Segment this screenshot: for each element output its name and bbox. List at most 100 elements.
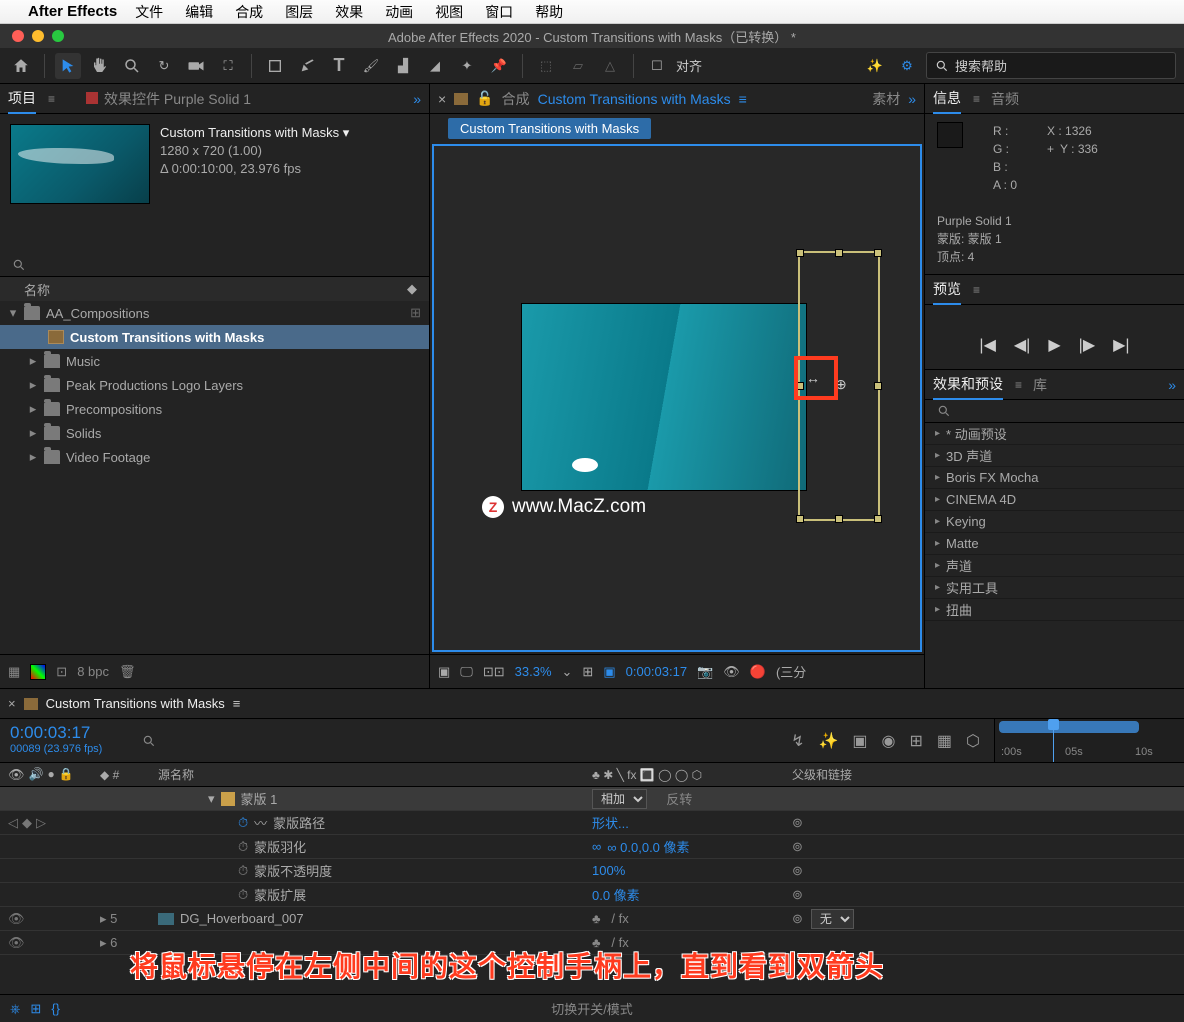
preset-category[interactable]: ▸CINEMA 4D bbox=[925, 489, 1184, 511]
stopwatch-icon[interactable]: ⏱ bbox=[238, 839, 248, 855]
panel-expand-icon[interactable]: » bbox=[908, 91, 916, 107]
tab-project[interactable]: 项目 bbox=[8, 84, 36, 114]
panel-menu-icon[interactable]: ≡ bbox=[233, 696, 241, 711]
mask-row[interactable]: ▾蒙版 1 相加 反转 bbox=[0, 787, 1184, 811]
camera-tool-icon[interactable] bbox=[183, 53, 209, 79]
property-row[interactable]: ⏱蒙版羽化 ∞∞ 0.0,0.0 像素 ⊚ bbox=[0, 835, 1184, 859]
grid-icon[interactable]: ⊞ bbox=[582, 664, 593, 680]
link-icon[interactable]: ∞ bbox=[592, 839, 601, 854]
preset-category[interactable]: ▸Matte bbox=[925, 533, 1184, 555]
label-icon[interactable]: ◆ bbox=[407, 281, 417, 297]
play-icon[interactable]: ▶ bbox=[1048, 335, 1060, 355]
rotate-tool-icon[interactable]: ↻ bbox=[151, 53, 177, 79]
panel-menu-icon[interactable]: ≡ bbox=[739, 91, 747, 107]
roto-tool-icon[interactable]: ✦ bbox=[454, 53, 480, 79]
frame-blend-icon[interactable]: ▣ bbox=[852, 731, 867, 751]
property-row[interactable]: ◁◆▷ ⏱〰蒙版路径 形状... ⊚ bbox=[0, 811, 1184, 835]
flowchart-button[interactable]: ⊡ bbox=[56, 664, 67, 680]
tree-folder[interactable]: ▸Precompositions bbox=[0, 397, 429, 421]
snap-square-icon[interactable]: ⬚ bbox=[533, 53, 559, 79]
tree-folder[interactable]: ▾AA_Compositions⊞ bbox=[0, 301, 429, 325]
tab-composition-prefix[interactable]: 合成 bbox=[502, 89, 530, 109]
source-name-column[interactable]: 源名称 bbox=[150, 766, 584, 783]
property-row[interactable]: ⏱蒙版扩展 0.0 像素 ⊚ bbox=[0, 883, 1184, 907]
label-column-icon[interactable]: ◆ bbox=[100, 768, 109, 782]
snap-icon2[interactable]: △ bbox=[597, 53, 623, 79]
resolution-icon[interactable]: ⊡⊡ bbox=[483, 664, 505, 680]
handle-top-right[interactable] bbox=[874, 249, 882, 257]
menu-animation[interactable]: 动画 bbox=[385, 2, 413, 22]
last-frame-icon[interactable]: ▶| bbox=[1113, 335, 1129, 355]
tree-folder[interactable]: ▸Peak Productions Logo Layers bbox=[0, 373, 429, 397]
resolution-dropdown[interactable]: (三分 bbox=[776, 662, 806, 681]
menu-layer[interactable]: 图层 bbox=[285, 2, 313, 22]
close-window-icon[interactable] bbox=[12, 30, 24, 42]
wand-icon[interactable]: ✨ bbox=[862, 53, 888, 79]
puppet-tool-icon[interactable]: 📌 bbox=[486, 53, 512, 79]
tab-preview[interactable]: 预览 bbox=[933, 275, 961, 305]
zoom-dropdown-icon[interactable]: ⌄ bbox=[562, 664, 573, 680]
playhead[interactable] bbox=[1053, 719, 1054, 762]
pen-tool-icon[interactable] bbox=[294, 53, 320, 79]
shape-tool-icon[interactable] bbox=[262, 53, 288, 79]
close-tab-icon[interactable]: × bbox=[438, 91, 446, 107]
timeline-tab[interactable]: Custom Transitions with Masks bbox=[46, 696, 225, 711]
property-value[interactable]: ∞ 0.0,0.0 像素 bbox=[607, 837, 689, 856]
menu-help[interactable]: 帮助 bbox=[535, 2, 563, 22]
stopwatch-icon[interactable]: ⏱ bbox=[238, 863, 248, 879]
next-frame-icon[interactable]: |▶ bbox=[1079, 335, 1095, 355]
app-name[interactable]: After Effects bbox=[28, 3, 117, 20]
snapshot-icon[interactable]: 📷 bbox=[697, 664, 713, 680]
parent-pickwhip-icon[interactable]: ⊚ bbox=[792, 815, 803, 831]
eye-column-icon[interactable]: 👁 bbox=[8, 767, 25, 783]
menu-effect[interactable]: 效果 bbox=[335, 2, 363, 22]
preset-category[interactable]: ▸实用工具 bbox=[925, 577, 1184, 599]
preset-category[interactable]: ▸* 动画预设 bbox=[925, 423, 1184, 445]
timeline-nav-icon[interactable]: {} bbox=[51, 1001, 60, 1017]
parent-pickwhip-icon[interactable]: ⊚ bbox=[792, 863, 803, 879]
parent-pickwhip-icon[interactable]: ⊚ bbox=[792, 887, 803, 903]
audio-column-icon[interactable]: 🔊 bbox=[29, 767, 44, 783]
menu-view[interactable]: 视图 bbox=[435, 2, 463, 22]
snapping-checkbox[interactable]: ☐ bbox=[644, 53, 670, 79]
add-kf-icon[interactable]: ◆ bbox=[22, 815, 32, 831]
eye-icon[interactable]: 👁 bbox=[8, 911, 25, 927]
selection-tool-icon[interactable] bbox=[55, 53, 81, 79]
mask-invert[interactable]: 反转 bbox=[666, 789, 692, 808]
parent-pickwhip-icon[interactable]: ⊚ bbox=[792, 911, 803, 927]
panel-menu-icon[interactable]: ≡ bbox=[48, 92, 54, 106]
timeline-search[interactable] bbox=[132, 719, 777, 762]
menu-composition[interactable]: 合成 bbox=[235, 2, 263, 22]
tab-effects[interactable]: 效果和预设 bbox=[933, 370, 1003, 400]
panel-menu-icon[interactable]: ≡ bbox=[973, 283, 979, 297]
composition-viewer[interactable]: ⊕ ↔ Z www.MacZ.com bbox=[432, 144, 922, 652]
layer-row[interactable]: 👁 ▸ 5 DG_Hoverboard_007 ♣ / fx ⊚无 bbox=[0, 907, 1184, 931]
menu-file[interactable]: 文件 bbox=[135, 2, 163, 22]
tab-library[interactable]: 库 bbox=[1033, 371, 1047, 399]
effects-search[interactable] bbox=[925, 400, 1184, 423]
text-tool-icon[interactable]: T bbox=[326, 53, 352, 79]
handle-right-mid[interactable] bbox=[874, 382, 882, 390]
first-frame-icon[interactable]: |◀ bbox=[979, 335, 995, 355]
interpret-footage-icon[interactable]: ▦ bbox=[8, 664, 20, 680]
preset-category[interactable]: ▸扭曲 bbox=[925, 599, 1184, 621]
tree-folder[interactable]: ▸Solids bbox=[0, 421, 429, 445]
tree-folder[interactable]: ▸Video Footage bbox=[0, 445, 429, 469]
panel-menu-icon[interactable]: ≡ bbox=[1015, 378, 1021, 392]
magnification-icon[interactable]: ▣ bbox=[438, 664, 450, 680]
stopwatch-icon[interactable]: ⏱ bbox=[238, 887, 248, 903]
handle-bottom-mid[interactable] bbox=[835, 515, 843, 523]
draft3d-icon[interactable]: ✨ bbox=[818, 731, 838, 751]
prev-frame-icon[interactable]: ◀| bbox=[1014, 335, 1030, 355]
preset-category[interactable]: ▸Keying bbox=[925, 511, 1184, 533]
breadcrumb-item[interactable]: Custom Transitions with Masks bbox=[448, 118, 651, 139]
preset-category[interactable]: ▸Boris FX Mocha bbox=[925, 467, 1184, 489]
zoom-level[interactable]: 33.3% bbox=[515, 664, 552, 679]
graph-editor-icon[interactable]: ⊞ bbox=[910, 731, 923, 751]
motion-blur-icon[interactable]: ◉ bbox=[882, 731, 896, 751]
tab-composition[interactable]: Custom Transitions with Masks bbox=[538, 91, 731, 107]
property-value[interactable]: 100% bbox=[592, 863, 625, 878]
tab-info[interactable]: 信息 bbox=[933, 84, 961, 114]
hand-tool-icon[interactable] bbox=[87, 53, 113, 79]
handle-bottom-right[interactable] bbox=[874, 515, 882, 523]
